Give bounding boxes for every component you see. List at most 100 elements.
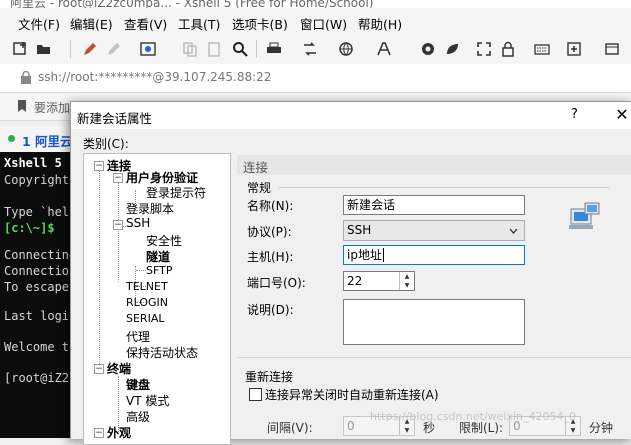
tree-collapse-icon[interactable]: − bbox=[94, 161, 104, 171]
xmanager-icon[interactable] bbox=[444, 41, 460, 57]
protocol-select[interactable]: SSH bbox=[343, 220, 525, 241]
terminal-line: [c:\~]$ bbox=[4, 221, 55, 235]
toolbar-separator bbox=[70, 40, 71, 58]
menu-view[interactable]: 查看(V) bbox=[124, 14, 167, 33]
tree-collapse-icon[interactable]: − bbox=[94, 364, 104, 374]
terminal-line: Type `help bbox=[4, 205, 76, 219]
terminal-line: Connection bbox=[4, 264, 76, 278]
tree-item-proxy[interactable]: 代理 bbox=[126, 328, 150, 345]
spin-down-icon[interactable]: ▼ bbox=[566, 426, 580, 435]
limit-unit: 分钟 bbox=[589, 421, 614, 435]
tree-item-terminal[interactable]: 终端 bbox=[107, 360, 131, 377]
address-text[interactable]: ssh://root:*********@39.107.245.88:22 bbox=[38, 70, 271, 84]
copy-icon[interactable] bbox=[182, 41, 198, 57]
session-properties-dialog: 新建会话属性 ? ✕ 类别(C): − 连接 − 用户身份验证 登录提示符 登录… bbox=[70, 101, 631, 445]
globe-icon[interactable] bbox=[338, 41, 354, 57]
tree-item-login-prompt[interactable]: 登录提示符 bbox=[146, 184, 206, 201]
paste-icon[interactable] bbox=[206, 41, 222, 57]
tree-line bbox=[118, 178, 119, 282]
port-label: 端口号(O): bbox=[247, 276, 306, 290]
tree-item-vt-mode[interactable]: VT 模式 bbox=[126, 392, 169, 409]
description-field[interactable] bbox=[343, 299, 525, 345]
spin-down-icon[interactable]: ▼ bbox=[400, 426, 414, 435]
section-header: 连接 bbox=[237, 155, 631, 175]
tree-item-security[interactable]: 安全性 bbox=[146, 232, 182, 249]
dialog-body: 类别(C): − 连接 − 用户身份验证 登录提示符 登录脚本 − SSH 安全… bbox=[71, 129, 631, 445]
host-label: 主机(H): bbox=[247, 250, 294, 264]
spin-up-icon[interactable]: ▲ bbox=[400, 272, 414, 281]
new-tab-icon[interactable] bbox=[566, 41, 582, 57]
disconnect-icon[interactable] bbox=[106, 41, 122, 57]
category-label: 类别(C): bbox=[83, 137, 129, 151]
font-icon[interactable] bbox=[376, 41, 392, 57]
menu-file[interactable]: 文件(F) bbox=[18, 14, 60, 33]
status-dot-icon bbox=[8, 135, 15, 142]
open-folder-icon[interactable] bbox=[36, 41, 52, 57]
tab-list-icon[interactable] bbox=[604, 41, 620, 57]
section-title: 连接 bbox=[243, 160, 269, 175]
watermark: https://blog.csdn.net/weixin_42054_0 bbox=[370, 410, 577, 423]
window-title: 阿里云 - root@iZ2zc0mpa... - Xshell 5 (Free… bbox=[10, 0, 374, 8]
port-stepper[interactable]: 22 ▲ ▼ bbox=[343, 271, 415, 291]
print-icon[interactable] bbox=[266, 41, 282, 57]
terminal[interactable]: Xshell 5 ( Copyright Type `help [c:\~]$ … bbox=[0, 152, 76, 438]
menu-tabs[interactable]: 选项卡(B) bbox=[232, 14, 288, 33]
menu-tools[interactable]: 工具(T) bbox=[178, 14, 220, 33]
category-tree: − 连接 − 用户身份验证 登录提示符 登录脚本 − SSH 安全性 隧道 SF… bbox=[83, 153, 231, 445]
terminal-line: Welcome to bbox=[4, 340, 76, 354]
terminal-line: Last login bbox=[4, 309, 76, 323]
terminal-line: To escape bbox=[4, 280, 70, 294]
tree-collapse-icon[interactable]: − bbox=[113, 220, 123, 230]
tree-item-advanced[interactable]: 高级 bbox=[126, 408, 150, 425]
menu-edit[interactable]: 编辑(E) bbox=[70, 14, 113, 33]
host-field[interactable]: ip地址 bbox=[343, 245, 525, 265]
tree-item-appearance[interactable]: 外观 bbox=[107, 424, 131, 441]
tree-item-telnet[interactable]: TELNET bbox=[126, 280, 168, 293]
tree-item-login-script[interactable]: 登录脚本 bbox=[126, 200, 174, 217]
terminal-line: Xshell 5 ( bbox=[4, 156, 76, 170]
edit-pencil-icon[interactable] bbox=[82, 41, 98, 57]
xftp-icon[interactable] bbox=[420, 41, 436, 57]
tree-collapse-icon[interactable]: − bbox=[94, 428, 104, 438]
name-field[interactable]: 新建会话 bbox=[343, 195, 525, 215]
reconnect-group-label: 重新连接 bbox=[245, 370, 294, 384]
tree-item-keepalive[interactable]: 保持活动状态 bbox=[126, 344, 198, 361]
tree-item-rlogin[interactable]: RLOGIN bbox=[126, 296, 168, 309]
address-bar: ssh://root:*********@39.107.245.88:22 bbox=[0, 64, 631, 93]
transfer-icon[interactable] bbox=[302, 41, 318, 57]
menu-window[interactable]: 窗口(W) bbox=[300, 14, 347, 33]
keyboard-icon[interactable] bbox=[534, 41, 550, 57]
port-value: 22 bbox=[347, 274, 363, 288]
chevron-down-icon bbox=[509, 228, 518, 234]
tree-item-keyboard[interactable]: 键盘 bbox=[126, 376, 150, 393]
new-session-icon[interactable] bbox=[12, 41, 28, 57]
tree-collapse-icon[interactable]: − bbox=[113, 173, 123, 183]
lock-icon[interactable] bbox=[500, 41, 516, 57]
properties-icon[interactable] bbox=[140, 41, 156, 57]
fullscreen-icon[interactable] bbox=[476, 41, 492, 57]
text-cursor bbox=[382, 248, 384, 262]
tree-item-ssh[interactable]: SSH bbox=[126, 216, 150, 230]
lock-icon bbox=[21, 71, 31, 84]
session-tab[interactable]: 1 阿里云 bbox=[0, 126, 80, 152]
search-icon[interactable] bbox=[232, 41, 248, 57]
name-label: 名称(N): bbox=[247, 199, 294, 213]
interval-label: 间隔(V): bbox=[267, 421, 313, 435]
menu-help[interactable]: 帮助(H) bbox=[358, 14, 402, 33]
reconnect-checkbox-label[interactable]: 连接异常关闭时自动重新连接(A) bbox=[265, 386, 439, 403]
terminal-line: Connecting bbox=[4, 248, 76, 262]
reconnect-checkbox[interactable] bbox=[249, 388, 262, 401]
group-general-label: 常规 bbox=[247, 181, 272, 195]
toolbar bbox=[0, 34, 631, 65]
close-button[interactable]: ✕ bbox=[611, 104, 631, 126]
spin-buttons[interactable]: ▲ ▼ bbox=[399, 272, 414, 290]
tree-item-sftp[interactable]: SFTP bbox=[146, 264, 172, 277]
tab-label: 1 阿里云 bbox=[22, 134, 73, 149]
tree-item-serial[interactable]: SERIAL bbox=[126, 312, 164, 325]
network-computer-icon bbox=[569, 202, 600, 229]
terminal-line: [root@iZ2z bbox=[4, 371, 76, 385]
tree-item-tunnel[interactable]: 隧道 bbox=[146, 248, 170, 265]
spin-down-icon[interactable]: ▼ bbox=[400, 281, 414, 290]
interval-value: 0 bbox=[347, 419, 355, 433]
help-button[interactable]: ? bbox=[571, 107, 578, 122]
